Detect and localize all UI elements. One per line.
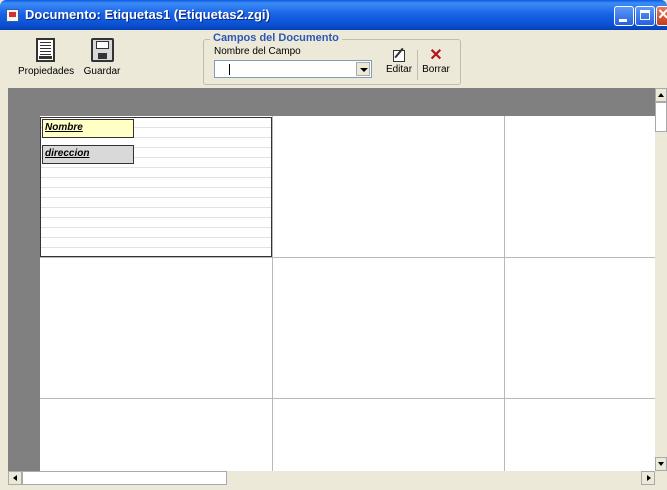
document-workspace[interactable]: Nombre direccion <box>8 88 655 471</box>
vertical-scroll-thumb[interactable] <box>655 102 667 132</box>
delete-x-icon: ✕ <box>429 47 443 64</box>
row-divider <box>40 257 655 258</box>
close-button[interactable] <box>656 4 667 26</box>
field-name-label: Nombre del Campo <box>214 46 301 57</box>
properties-icon <box>35 38 55 62</box>
column-divider <box>272 116 273 471</box>
properties-button[interactable]: Propiedades <box>18 30 75 77</box>
vertical-scrollbar[interactable] <box>655 88 667 471</box>
save-label: Guardar <box>83 66 121 77</box>
text-cursor <box>229 64 230 75</box>
scroll-left-button[interactable] <box>8 471 22 485</box>
delete-button[interactable]: ✕ Borrar <box>420 47 452 76</box>
toolbar-separator <box>417 50 418 80</box>
fields-group-legend: Campos del Documento <box>210 32 342 44</box>
minimize-button[interactable] <box>614 6 634 26</box>
maximize-button[interactable] <box>635 6 655 26</box>
column-divider <box>504 116 505 471</box>
properties-label: Propiedades <box>18 66 75 77</box>
edit-icon <box>393 50 405 62</box>
ruler-bar <box>8 88 655 115</box>
floppy-disk-icon <box>90 38 114 62</box>
window-title: Documento: Etiquetas1 (Etiquetas2.zgi) <box>25 7 270 22</box>
row-divider <box>40 398 655 399</box>
field-direccion[interactable]: direccion <box>42 145 134 164</box>
field-nombre[interactable]: Nombre <box>42 119 134 138</box>
label-cell-selected[interactable]: Nombre direccion <box>40 117 272 257</box>
scroll-up-button[interactable] <box>655 88 667 102</box>
label-page[interactable]: Nombre direccion <box>40 116 655 471</box>
scroll-right-button[interactable] <box>641 471 655 485</box>
edit-button[interactable]: Editar <box>383 48 415 75</box>
horizontal-scroll-thumb[interactable] <box>22 471 227 485</box>
edit-label: Editar <box>385 64 413 75</box>
window-frame-left <box>0 30 8 490</box>
field-name-combobox[interactable] <box>214 60 372 78</box>
app-icon[interactable] <box>6 9 19 22</box>
window-frame-bottom <box>0 485 667 490</box>
save-button[interactable]: Guardar <box>82 30 122 77</box>
delete-label: Borrar <box>422 64 450 75</box>
dropdown-arrow-icon[interactable] <box>356 62 370 76</box>
horizontal-scrollbar[interactable] <box>8 471 655 485</box>
title-bar: Documento: Etiquetas1 (Etiquetas2.zgi) <box>0 0 667 30</box>
scroll-down-button[interactable] <box>655 457 667 471</box>
